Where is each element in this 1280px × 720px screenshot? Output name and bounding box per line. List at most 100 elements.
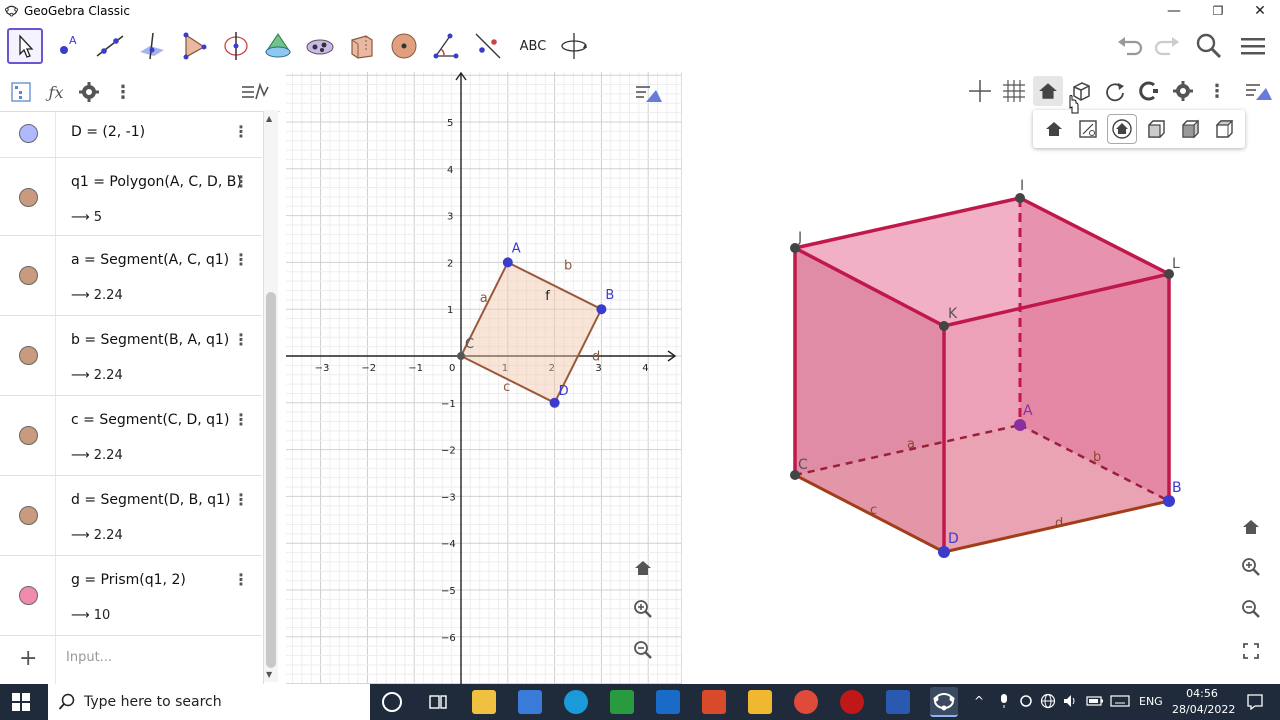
microphone-icon[interactable] <box>998 693 1010 712</box>
sphere-tool[interactable] <box>386 28 422 64</box>
algebra-scrollbar-thumb[interactable] <box>266 292 276 668</box>
visibility-toggle[interactable] <box>19 266 38 285</box>
language-indicator[interactable]: ENG <box>1139 695 1163 708</box>
point-i[interactable] <box>1015 193 1025 203</box>
algebra-row[interactable]: q1 = Polygon(A, C, D, B) ⟶ 5 ⋮ <box>0 158 262 236</box>
chrome-browser-icon[interactable] <box>794 690 818 714</box>
graphics-3d-style-bar-toggle[interactable] <box>1244 76 1274 106</box>
point-a[interactable] <box>502 257 513 268</box>
row-more-button[interactable]: ⋮ <box>233 490 249 509</box>
network-icon[interactable] <box>1040 693 1056 712</box>
pyramid-tool[interactable] <box>260 28 296 64</box>
row-more-button[interactable]: ⋮ <box>233 250 249 269</box>
point-b-3d[interactable] <box>1163 495 1175 507</box>
text-tool[interactable]: ABC <box>512 28 554 64</box>
minimize-button[interactable]: — <box>1152 0 1196 22</box>
recorder-app-icon[interactable] <box>840 690 864 714</box>
notifications-button[interactable] <box>1246 693 1264 714</box>
visibility-toggle[interactable] <box>19 586 38 605</box>
visibility-toggle[interactable] <box>19 506 38 525</box>
algebra-row[interactable]: a = Segment(A, C, q1) ⟶ 2.24 ⋮ <box>0 236 262 316</box>
standard-view-button-3d[interactable] <box>1236 512 1266 542</box>
office-app-icon[interactable] <box>702 690 726 714</box>
algebra-expression[interactable]: b = Segment(B, A, q1) <box>71 332 229 348</box>
view-default-option[interactable] <box>1107 114 1137 144</box>
drive-app-icon[interactable] <box>748 690 772 714</box>
move-tool[interactable] <box>7 28 43 64</box>
algebra-view-style-button[interactable] <box>240 80 270 104</box>
clock[interactable]: 04:56 28/04/2022 <box>1172 686 1235 718</box>
visibility-toggle[interactable] <box>19 188 38 207</box>
view-2d-option[interactable] <box>1073 114 1103 144</box>
view-side-option[interactable] <box>1175 114 1205 144</box>
zoom-in-button-3d[interactable] <box>1236 552 1266 582</box>
view-top-option[interactable] <box>1209 114 1239 144</box>
graphics-3d-canvas[interactable]: J I L K A C B D a b c d <box>682 72 1280 684</box>
row-more-button[interactable]: ⋮ <box>233 330 249 349</box>
graphics-3d-more-button[interactable]: ⋮ <box>1202 76 1232 106</box>
cortana-button[interactable] <box>382 692 402 712</box>
main-menu-button[interactable] <box>1235 28 1271 64</box>
graphics-3d-settings-button[interactable] <box>1168 76 1198 106</box>
mail-icon[interactable] <box>656 690 680 714</box>
toggle-grid-button[interactable] <box>999 76 1029 106</box>
algebra-expression[interactable]: D = (2, -1) <box>71 124 145 140</box>
file-explorer-icon[interactable] <box>472 690 496 714</box>
standard-view-button-3d-toolbar[interactable] <box>1033 76 1063 106</box>
start-button[interactable] <box>12 693 32 713</box>
point-d-3d[interactable] <box>938 546 950 558</box>
battery-icon[interactable] <box>1086 695 1104 710</box>
perpendicular-tool[interactable] <box>134 28 170 64</box>
point-b[interactable] <box>596 304 607 315</box>
fullscreen-button-3d[interactable] <box>1236 636 1266 666</box>
volume-icon[interactable] <box>1062 693 1078 712</box>
polygon-q1[interactable] <box>461 262 602 403</box>
undo-button[interactable] <box>1113 28 1149 64</box>
maximize-button[interactable]: ❐ <box>1196 0 1240 22</box>
algebra-row[interactable]: b = Segment(B, A, q1) ⟶ 2.24 ⋮ <box>0 316 262 396</box>
algebra-expression[interactable]: a = Segment(A, C, q1) <box>71 252 229 268</box>
point-tool[interactable]: A <box>50 28 86 64</box>
algebra-expression[interactable]: c = Segment(C, D, q1) <box>71 412 229 428</box>
keyboard-icon[interactable] <box>1110 693 1130 712</box>
spreadsheet-app-icon[interactable] <box>610 690 634 714</box>
point-a-3d[interactable] <box>1014 419 1026 431</box>
algebra-expression[interactable]: g = Prism(q1, 2) <box>71 572 186 588</box>
algebra-expression[interactable]: q1 = Polygon(A, C, D, B) <box>71 174 242 190</box>
algebra-row[interactable]: d = Segment(D, B, q1) ⟶ 2.24 ⋮ <box>0 476 262 556</box>
visibility-toggle[interactable] <box>19 426 38 445</box>
tray-expand-icon[interactable]: ^ <box>974 694 984 708</box>
row-more-button[interactable]: ⋮ <box>233 570 249 589</box>
line-tool[interactable] <box>92 28 128 64</box>
algebra-row[interactable]: g = Prism(q1, 2) ⟶ 10 ⋮ <box>0 556 262 636</box>
edge-browser-icon[interactable] <box>564 690 588 714</box>
taskbar-search-box[interactable]: Type here to search <box>48 684 370 720</box>
polygon-tool[interactable] <box>176 28 212 64</box>
rotate-view-tool[interactable] <box>556 28 592 64</box>
algebra-tree-button[interactable] <box>9 80 33 104</box>
task-view-button[interactable] <box>428 692 448 716</box>
row-more-button[interactable]: ⋮ <box>233 172 249 191</box>
graphics-style-bar-button[interactable] <box>634 78 664 108</box>
algebra-row[interactable]: D = (2, -1) ⋮ <box>0 112 262 158</box>
zoom-out-button-3d[interactable] <box>1236 594 1266 624</box>
scroll-up-arrow[interactable]: ▲ <box>266 114 272 123</box>
toggle-axes-button[interactable] <box>965 76 995 106</box>
zoom-in-button-2d[interactable] <box>628 594 658 624</box>
wordpress-app-icon[interactable] <box>886 690 910 714</box>
intersect-surfaces-tool[interactable] <box>302 28 338 64</box>
algebra-more-button[interactable]: ⋮ <box>111 80 135 104</box>
camera-icon[interactable] <box>1018 693 1034 712</box>
scroll-down-arrow[interactable]: ▼ <box>266 670 272 679</box>
rotate-around-line-tool[interactable] <box>218 28 254 64</box>
reflect-tool[interactable] <box>470 28 506 64</box>
view-standard-option[interactable] <box>1039 114 1069 144</box>
algebra-settings-button[interactable] <box>77 80 101 104</box>
row-more-button[interactable]: ⋮ <box>233 122 249 141</box>
add-icon[interactable]: + <box>19 646 37 671</box>
visibility-toggle[interactable] <box>19 346 38 365</box>
microsoft-store-icon[interactable] <box>518 690 542 714</box>
zoom-out-button-2d[interactable] <box>628 635 658 665</box>
extrude-tool[interactable] <box>344 28 380 64</box>
rotate-view-button[interactable] <box>1100 76 1130 106</box>
